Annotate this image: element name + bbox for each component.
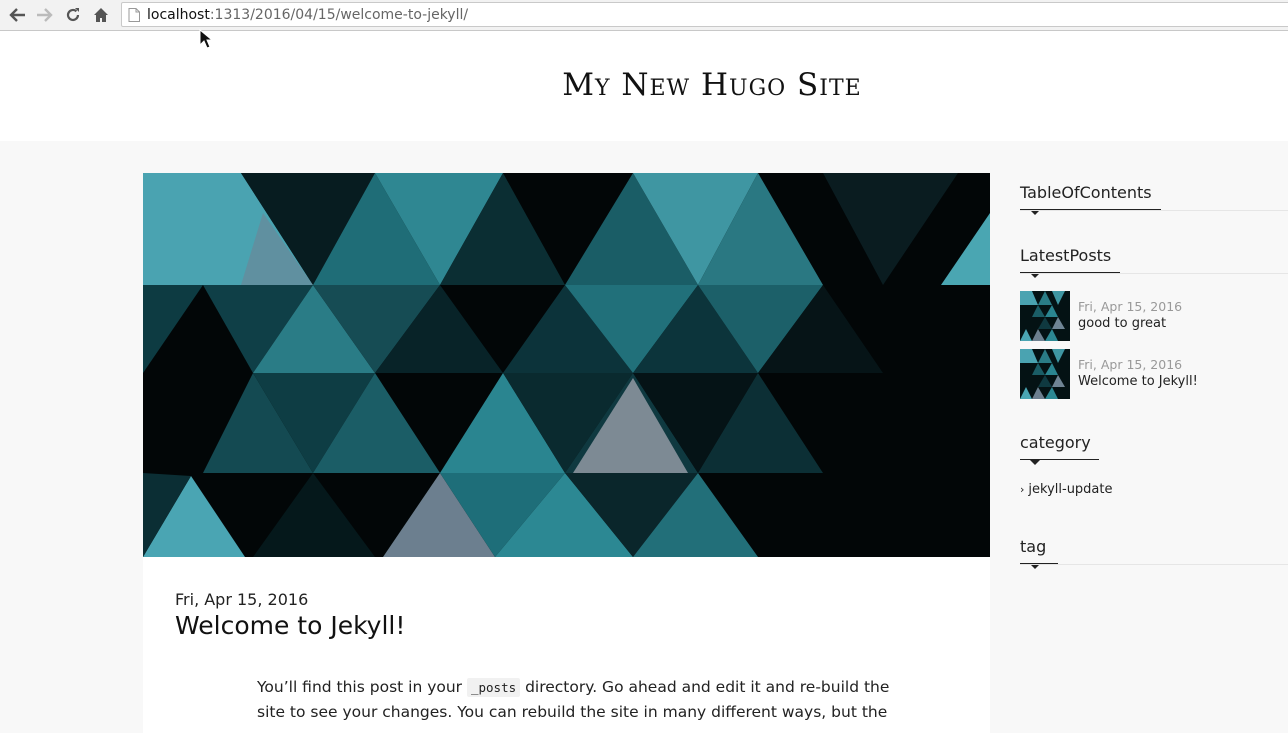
category-widget: category <box>1020 432 1288 465</box>
post-body-code: _posts <box>466 678 521 697</box>
browser-toolbar: localhost:1313/2016/04/15/welcome-to-jek… <box>0 0 1288 31</box>
widget-divider <box>1020 210 1288 211</box>
latest-post-date: Fri, Apr 15, 2016 <box>1078 299 1183 314</box>
post-thumbnail <box>1020 291 1070 341</box>
address-bar[interactable]: localhost:1313/2016/04/15/welcome-to-jek… <box>121 2 1288 27</box>
latest-posts-widget: LatestPosts <box>1020 245 1288 278</box>
url-host: localhost <box>147 7 210 23</box>
chevron-right-icon: › <box>1020 483 1025 496</box>
reload-icon <box>66 8 80 22</box>
widget-divider <box>1020 273 1288 274</box>
latest-widget-title: LatestPosts <box>1020 245 1120 278</box>
back-arrow-icon <box>9 8 25 22</box>
post-title[interactable]: Welcome to Jekyll! <box>175 609 405 643</box>
widget-divider <box>1020 564 1288 565</box>
latest-post-item[interactable]: Fri, Apr 15, 2016 good to great <box>1020 291 1288 341</box>
site-title[interactable]: My New Hugo Site <box>0 67 1288 103</box>
latest-post-title[interactable]: Welcome to Jekyll! <box>1078 374 1198 390</box>
post-thumbnail <box>1020 349 1070 399</box>
url-text: localhost:1313/2016/04/15/welcome-to-jek… <box>147 7 468 23</box>
tag-widget: tag <box>1020 536 1288 569</box>
latest-post-date: Fri, Apr 15, 2016 <box>1078 357 1183 372</box>
post-article: Fri, Apr 15, 2016 Welcome to Jekyll! You… <box>143 173 990 733</box>
category-link-jekyll-update[interactable]: › jekyll-update <box>1020 482 1113 498</box>
post-date: Fri, Apr 15, 2016 <box>175 590 309 609</box>
reload-button[interactable] <box>62 5 84 25</box>
category-title-text: category <box>1020 433 1091 452</box>
tag-title-text: tag <box>1020 537 1047 556</box>
toc-widget: TableOfContents <box>1020 182 1288 215</box>
latest-title-text: LatestPosts <box>1020 246 1112 265</box>
url-path: :1313/2016/04/15/welcome-to-jekyll/ <box>209 7 469 23</box>
post-hero-image <box>143 173 990 557</box>
category-link-label: jekyll-update <box>1028 482 1113 497</box>
title-notch-icon <box>1030 460 1040 465</box>
mouse-cursor-icon <box>199 29 213 49</box>
forward-arrow-icon <box>37 8 53 22</box>
forward-button[interactable] <box>34 5 56 25</box>
tag-widget-title: tag <box>1020 536 1058 569</box>
site-header: My New Hugo Site <box>0 31 1288 141</box>
post-body: You’ll find this post in your _posts dir… <box>257 675 897 724</box>
home-icon <box>94 8 108 22</box>
post-body-text-1: You’ll find this post in your <box>257 678 467 696</box>
home-button[interactable] <box>90 5 112 25</box>
toc-widget-title: TableOfContents <box>1020 182 1161 215</box>
page-icon <box>128 8 140 22</box>
toc-title-text: TableOfContents <box>1020 183 1152 202</box>
latest-post-item[interactable]: Fri, Apr 15, 2016 Welcome to Jekyll! <box>1020 349 1288 399</box>
category-widget-title: category <box>1020 432 1099 465</box>
back-button[interactable] <box>6 5 28 25</box>
latest-post-title[interactable]: good to great <box>1078 316 1166 332</box>
